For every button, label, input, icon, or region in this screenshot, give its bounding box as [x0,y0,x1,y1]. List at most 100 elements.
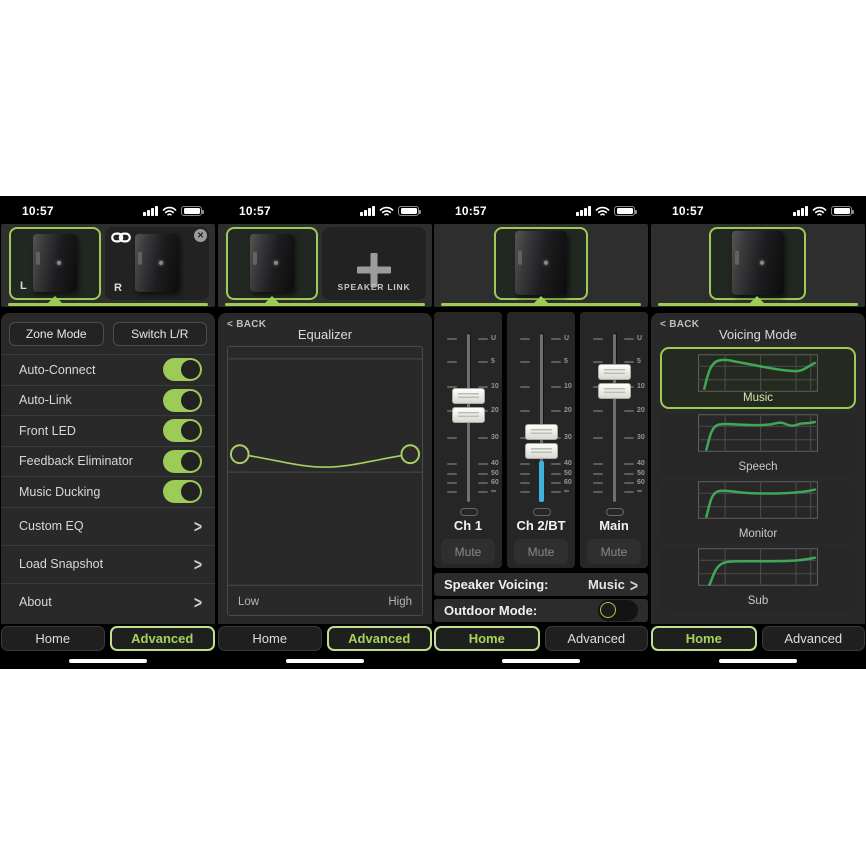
close-icon[interactable]: ✕ [194,229,207,242]
status-bar: 10:57 [217,196,433,223]
panel-title: Equalizer [218,327,432,342]
status-bar: 10:57 [433,196,649,223]
speaker-card-label: R [114,282,122,294]
status-icons [793,206,852,217]
speaker-link-card[interactable]: SPEAKER LINK [322,227,426,300]
setting-row-front-led: Front LED [1,415,215,446]
speaker-selector-panel [651,224,865,307]
voicing-option-monitor[interactable]: Monitor [660,481,856,543]
voicing-option-label: Sub [660,595,856,607]
speaker-card-right[interactable]: ✕ R [105,227,209,300]
selection-pointer [750,296,764,303]
music-ducking-toggle[interactable] [163,480,202,503]
equalizer-panel: < BACK Equalizer Low High [218,313,432,624]
nav-row-custom-eq[interactable]: Custom EQ > [1,507,215,545]
speaker-image [515,230,567,294]
nav-row-load-snapshot[interactable]: Load Snapshot > [1,545,215,583]
chevron-right-icon: > [194,516,202,536]
panel-title: Voicing Mode [651,327,865,342]
outdoor-mode-toggle[interactable] [598,600,638,621]
speaker-card[interactable] [709,227,806,300]
front-led-toggle[interactable] [163,419,202,442]
tab-home[interactable]: Home [1,626,105,651]
ch1-fader-handle[interactable] [452,388,485,425]
eq-axis-high-label: High [388,596,412,608]
tab-home[interactable]: Home [651,626,757,651]
status-icons [360,206,419,217]
screen-mixer-home: 10:57 U 5 [433,196,649,669]
channel-name: Ch 1 [434,518,502,533]
app-screenshots-strip: 10:57 L [0,196,866,669]
screen-voicing-mode: 10:57 < BACK Voicing Mode [650,196,866,669]
ch2-mute-button[interactable]: Mute [514,539,568,564]
voicing-option-music[interactable]: Music [660,347,856,409]
speaker-voicing-value: Music [588,577,625,592]
chevron-right-icon: > [194,592,202,612]
sub-curve-thumbnail [698,548,818,586]
main-meter [606,508,624,516]
advanced-settings-panel: Zone Mode Switch L/R Auto-Connect Auto-L… [1,313,215,624]
speaker-card[interactable] [226,227,318,300]
voicing-option-speech[interactable]: Speech [660,414,856,476]
wifi-icon [595,206,610,217]
screen-linked-speakers-advanced: 10:57 L [0,196,216,669]
speaker-card-left[interactable]: L [9,227,101,300]
nav-row-about[interactable]: About > [1,583,215,621]
ch1-meter [460,508,478,516]
speaker-voicing-row[interactable]: Speaker Voicing: Music > [434,573,648,596]
home-indicator [502,659,580,663]
channel-ch2-bt: U 5 10 20 30 40 50 60 ∞ Ch 2/BT Mute [507,312,575,568]
tab-advanced[interactable]: Advanced [327,626,433,651]
channel-name: Main [580,518,648,533]
voicing-option-label: Speech [660,461,856,473]
channel-main: U 5 10 20 30 40 50 60 ∞ Main Mute [580,312,648,568]
tab-advanced[interactable]: Advanced [545,626,649,651]
speaker-image [135,233,179,291]
ch1-mute-button[interactable]: Mute [441,539,495,564]
status-icons [143,206,202,217]
eq-handle-high[interactable] [401,445,419,463]
tab-home[interactable]: Home [218,626,322,651]
speaker-card[interactable] [494,227,588,300]
cellular-signal-icon [576,206,591,216]
selection-underline [441,303,641,306]
speaker-card-label: L [20,280,27,292]
setting-row-feedback-eliminator: Feedback Eliminator [1,446,215,477]
main-fader-track[interactable] [613,334,616,502]
tab-advanced[interactable]: Advanced [110,626,216,651]
switch-lr-button[interactable]: Switch L/R [113,322,208,346]
selection-underline [225,303,425,306]
voicing-mode-list: Music Speech [660,347,856,614]
settings-rows: Auto-Connect Auto-Link Front LED Feedbac… [1,354,215,621]
bottom-tab-bar: Home Advanced [1,626,215,651]
zone-mode-button[interactable]: Zone Mode [9,322,104,346]
voicing-option-label: Monitor [660,528,856,540]
home-indicator [286,659,364,663]
ch2-fader-handle[interactable] [525,424,558,461]
speaker-image [732,230,784,294]
battery-icon [831,206,852,217]
auto-link-toggle[interactable] [163,389,202,412]
battery-icon [181,206,202,217]
selection-pointer [265,296,279,303]
home-indicator [719,659,797,663]
eq-graph[interactable]: Low High [227,346,423,616]
speaker-image [250,233,294,291]
auto-connect-toggle[interactable] [163,358,202,381]
tab-home[interactable]: Home [434,626,540,651]
bottom-tab-bar: Home Advanced [651,626,865,651]
status-bar: 10:57 [0,196,216,223]
status-time: 10:57 [239,204,271,218]
feedback-eliminator-toggle[interactable] [163,450,202,473]
wifi-icon [379,206,394,217]
speaker-link-label: SPEAKER LINK [322,282,426,292]
speaker-image [33,233,77,291]
tab-advanced[interactable]: Advanced [762,626,866,651]
voicing-option-sub[interactable]: Sub [660,548,856,610]
status-icons [576,206,635,217]
eq-handle-low[interactable] [231,445,249,463]
main-mute-button[interactable]: Mute [587,539,641,564]
main-fader-handle[interactable] [598,364,631,401]
mixer-channels: U 5 10 20 30 40 50 60 ∞ Ch 1 Mute U 5 [434,312,648,568]
eq-axis-low-label: Low [238,596,259,608]
